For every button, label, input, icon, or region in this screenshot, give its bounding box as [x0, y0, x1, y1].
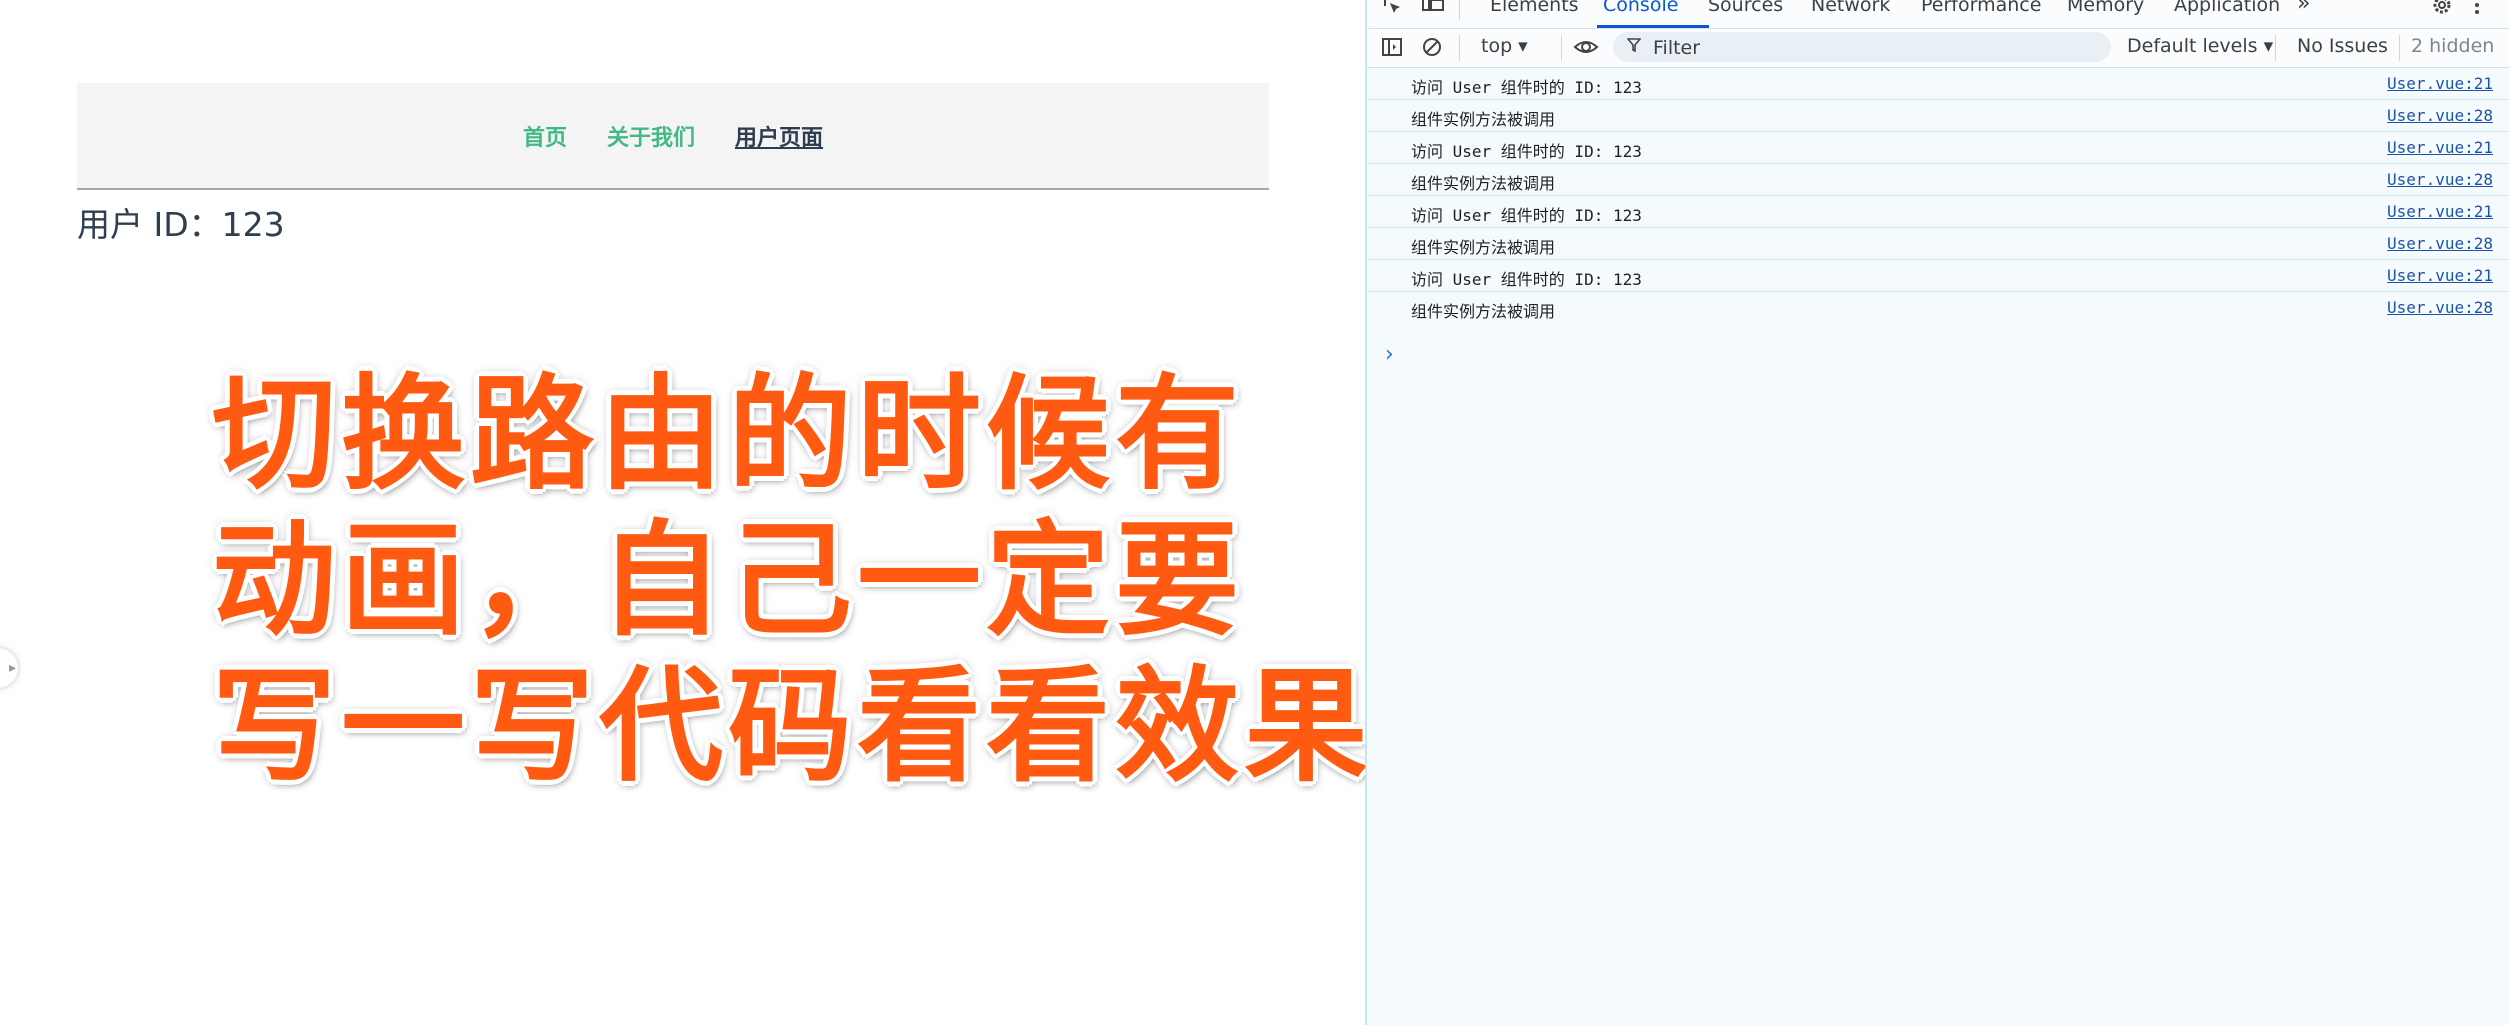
toolbar-separator	[2275, 35, 2276, 61]
console-prompt-icon[interactable]: ›	[1385, 342, 1394, 367]
log-source-link[interactable]: User.vue:21	[2387, 138, 2493, 157]
log-message: 组件实例方法被调用	[1411, 110, 1556, 129]
log-row: 访问 User 组件时的 ID: 123 User.vue:21	[1367, 68, 2509, 100]
console-toolbar: top ▾ Default levels ▾ No Issues 2 hidde…	[1367, 29, 2509, 68]
toolbar-separator	[1459, 35, 1460, 61]
nav-link-home[interactable]: 首页	[523, 120, 567, 152]
log-row: 组件实例方法被调用 User.vue:28	[1367, 164, 2509, 196]
log-source-link[interactable]: User.vue:21	[2387, 266, 2493, 285]
tab-memory[interactable]: Memory	[2067, 0, 2144, 16]
filter-box	[1613, 32, 2111, 62]
navbar: 首页 关于我们 用户页面	[77, 83, 1269, 190]
active-tab-indicator	[1597, 25, 1709, 28]
side-panel-handle[interactable]: ▸	[0, 648, 18, 688]
log-source-link[interactable]: User.vue:28	[2387, 234, 2493, 253]
more-tabs-button[interactable]: »	[2297, 0, 2310, 16]
log-message: 访问 User 组件时的 ID: 123	[1411, 142, 1642, 161]
console-log: 访问 User 组件时的 ID: 123 User.vue:21 组件实例方法被…	[1367, 68, 2509, 324]
log-row: 组件实例方法被调用 User.vue:28	[1367, 292, 2509, 324]
tab-application[interactable]: Application	[2174, 0, 2280, 16]
tab-separator	[1459, 0, 1460, 20]
user-id-text: 用户 ID：123	[77, 205, 285, 244]
log-message: 组件实例方法被调用	[1411, 238, 1556, 257]
overlay-caption-line-3: 写一写代码看看效果	[212, 654, 1365, 799]
sidebar-toggle-icon[interactable]	[1381, 36, 1403, 63]
nav-link-about[interactable]: 关于我们	[607, 120, 695, 152]
log-row: 组件实例方法被调用 User.vue:28	[1367, 228, 2509, 260]
context-selector[interactable]: top ▾	[1481, 35, 1528, 57]
log-source-link[interactable]: User.vue:28	[2387, 170, 2493, 189]
hidden-count: 2 hidden	[2411, 35, 2495, 57]
issues-button[interactable]: No Issues	[2297, 35, 2388, 57]
context-selector-label: top	[1481, 35, 1513, 57]
tab-network[interactable]: Network	[1811, 0, 1890, 16]
log-row: 访问 User 组件时的 ID: 123 User.vue:21	[1367, 260, 2509, 292]
log-row: 访问 User 组件时的 ID: 123 User.vue:21	[1367, 196, 2509, 228]
toolbar-separator	[2399, 35, 2400, 61]
log-source-link[interactable]: User.vue:21	[2387, 74, 2493, 93]
settings-gear-icon[interactable]	[2431, 0, 2453, 21]
overlay-caption-line-1: 切换路由的时候有	[212, 362, 1245, 507]
inspect-element-icon[interactable]	[1381, 0, 1403, 21]
toolbar-separator	[1561, 35, 1562, 61]
filter-input[interactable]	[1651, 34, 2095, 62]
tab-sources[interactable]: Sources	[1708, 0, 1783, 16]
tab-elements[interactable]: Elements	[1490, 0, 1579, 16]
log-message: 访问 User 组件时的 ID: 123	[1411, 270, 1642, 289]
more-options-icon[interactable]	[2473, 0, 2481, 21]
nav-link-user[interactable]: 用户页面	[735, 120, 823, 152]
log-message: 组件实例方法被调用	[1411, 302, 1556, 321]
tab-console[interactable]: Console	[1603, 0, 1678, 16]
log-source-link[interactable]: User.vue:21	[2387, 202, 2493, 221]
log-row: 访问 User 组件时的 ID: 123 User.vue:21	[1367, 132, 2509, 164]
log-row: 组件实例方法被调用 User.vue:28	[1367, 100, 2509, 132]
log-levels-label: Default levels	[2127, 35, 2258, 57]
log-source-link[interactable]: User.vue:28	[2387, 298, 2493, 317]
devtools-tab-bar: Elements Console Sources Network Perform…	[1367, 0, 2509, 29]
filter-funnel-icon	[1626, 34, 1642, 61]
tab-performance[interactable]: Performance	[1921, 0, 2041, 16]
device-toolbar-icon[interactable]	[1421, 0, 1445, 21]
log-source-link[interactable]: User.vue:28	[2387, 106, 2493, 125]
app-page: 首页 关于我们 用户页面 用户 ID：123 切换路由的时候有 动画，自己一定要…	[0, 0, 1365, 1025]
overlay-caption-line-2: 动画，自己一定要	[212, 508, 1245, 653]
clear-console-icon[interactable]	[1421, 36, 1443, 63]
devtools-panel: Elements Console Sources Network Perform…	[1365, 0, 2509, 1025]
log-message: 组件实例方法被调用	[1411, 174, 1556, 193]
log-message: 访问 User 组件时的 ID: 123	[1411, 206, 1642, 225]
live-expression-icon[interactable]	[1573, 36, 1599, 63]
log-levels-dropdown[interactable]: Default levels ▾	[2127, 35, 2273, 57]
overlay-caption: 切换路由的时候有 动画，自己一定要 写一写代码看看效果	[212, 362, 1365, 800]
log-message: 访问 User 组件时的 ID: 123	[1411, 78, 1642, 97]
